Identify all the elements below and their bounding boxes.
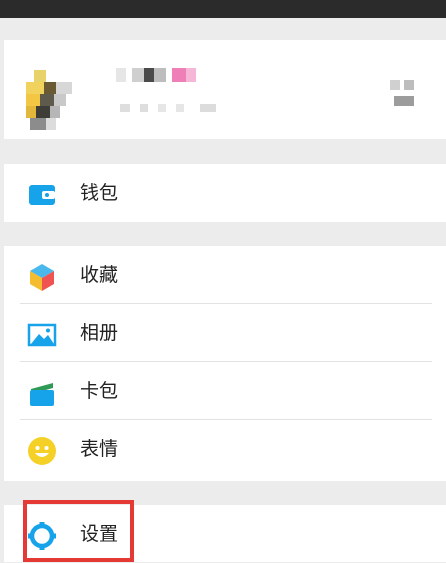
user-id-redacted [120,104,224,112]
stickers-label: 表情 [80,438,119,460]
settings-gear-icon [28,522,56,550]
qr-code-icon[interactable] [390,80,416,108]
menu-item-wallet[interactable]: 钱包 [4,164,446,222]
menu-item-stickers[interactable]: 表情 [4,420,446,478]
favorites-label: 收藏 [80,264,119,286]
settings-section: 设置 [4,505,446,562]
avatar[interactable] [26,70,76,130]
profile-card[interactable] [4,40,446,139]
wallet-label: 钱包 [80,182,119,204]
menu-item-album[interactable]: 相册 [4,304,446,362]
card-pack-icon [30,383,54,406]
menu-item-settings[interactable]: 设置 [4,505,446,563]
status-bar [0,0,446,18]
album-image-icon [27,323,57,347]
smiley-icon [28,437,56,465]
album-label: 相册 [80,322,119,344]
user-name-redacted [116,68,202,82]
main-menu-section: 收藏 相册 卡包 表情 [4,246,446,481]
cards-label: 卡包 [80,380,119,402]
menu-item-cards[interactable]: 卡包 [4,362,446,420]
wallet-icon [29,185,55,205]
wallet-section: 钱包 [4,164,446,222]
settings-label: 设置 [80,523,119,545]
favorites-cube-icon [30,264,54,291]
menu-item-favorites[interactable]: 收藏 [4,246,446,304]
